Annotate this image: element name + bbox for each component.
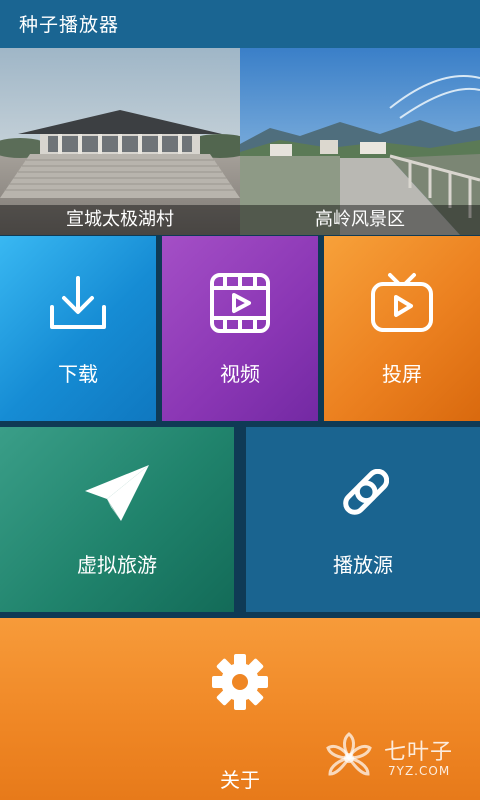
tv-play-icon [371,273,433,332]
download-label: 下载 [58,362,98,386]
virtual-tour-label: 虚拟旅游 [77,553,157,577]
banner-taiji-lake-village[interactable]: 宣城太极湖村 [0,48,240,235]
banner-caption: 高岭风景区 [240,205,480,235]
virtual-tour-tile[interactable]: 虚拟旅游 [0,427,234,612]
gear-icon [212,654,268,710]
paper-plane-icon [85,465,149,521]
watermark: 七叶子 7YZ.COM [322,730,472,786]
banner-caption: 宣城太极湖村 [0,205,240,235]
leaf-logo-icon [326,732,372,776]
download-icon [50,276,106,329]
title-bar: 种子播放器 [0,0,480,48]
download-tile[interactable]: 下载 [0,236,156,421]
app-title: 种子播放器 [19,14,120,36]
watermark-url: 7YZ.COM [388,764,451,778]
watermark-name: 七叶子 [384,740,454,765]
cast-label: 投屏 [382,362,422,386]
film-play-icon [210,273,270,333]
cast-tile[interactable]: 投屏 [324,236,480,421]
banner-gaoling-scenic-area[interactable]: 高岭风景区 [240,48,480,235]
play-source-tile[interactable]: 播放源 [246,427,480,612]
play-source-label: 播放源 [333,553,393,577]
link-icon [343,469,389,515]
video-label: 视频 [220,362,260,386]
video-tile[interactable]: 视频 [162,236,318,421]
